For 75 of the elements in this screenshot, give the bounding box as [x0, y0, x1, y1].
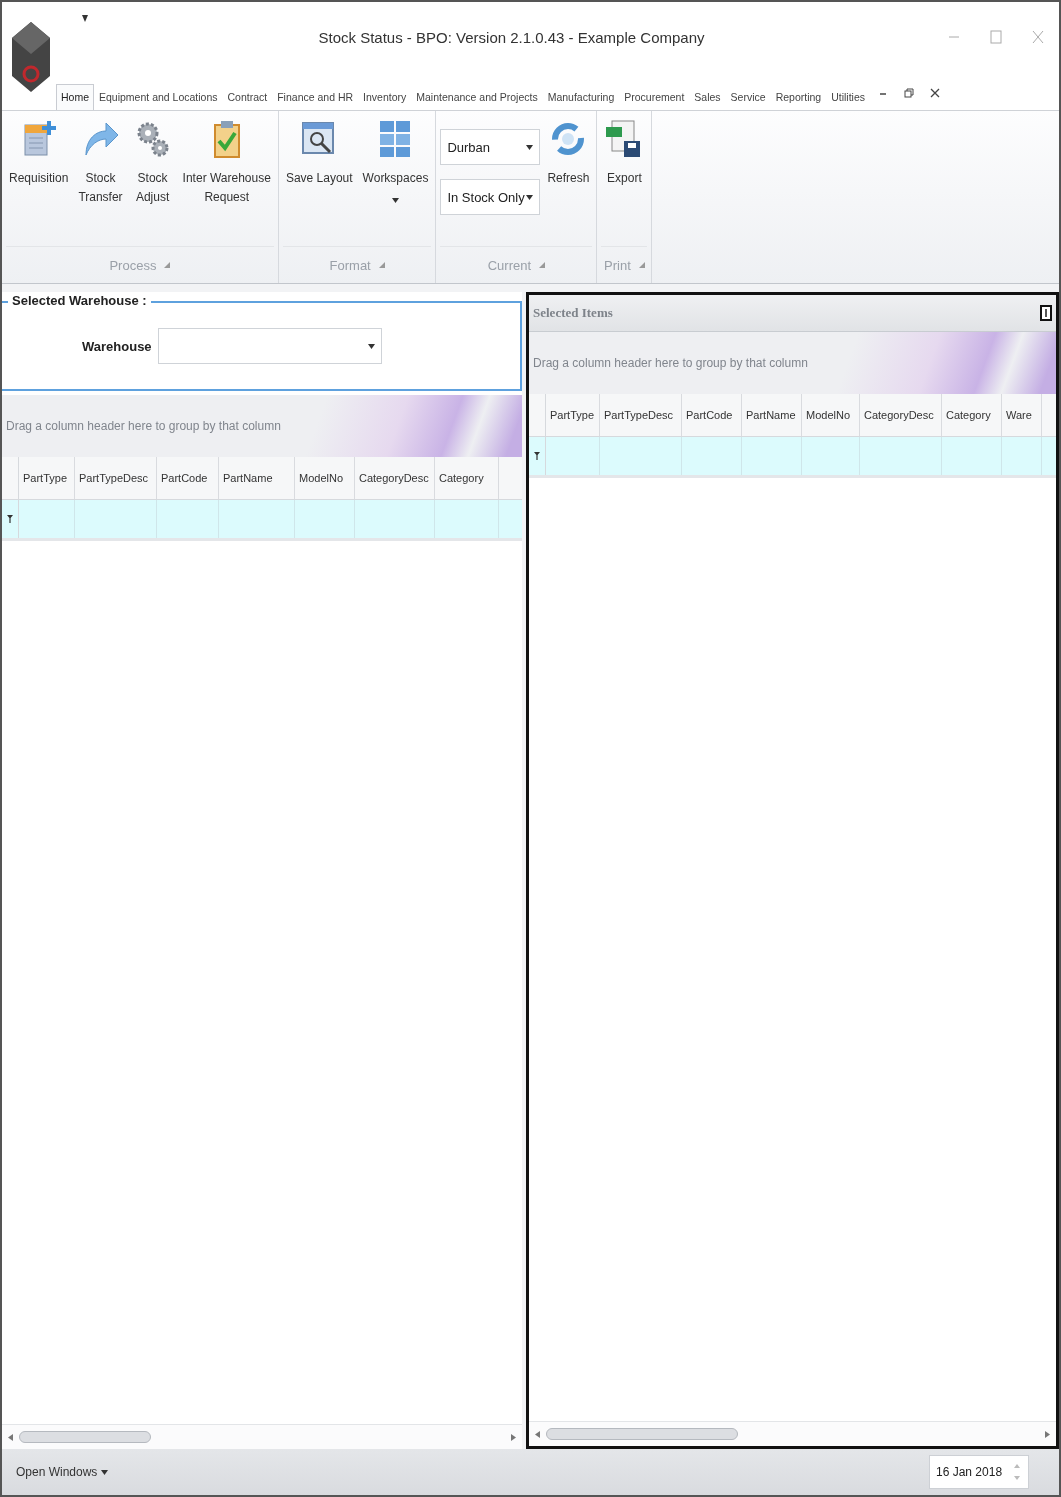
group-by-hint: Drag a column header here to group by that column	[6, 419, 281, 433]
dialog-launcher-icon[interactable]	[378, 262, 385, 268]
scrollbar-thumb[interactable]	[19, 1431, 151, 1443]
open-windows-menu[interactable]: Open Windows	[10, 1464, 115, 1480]
scroll-right-icon	[1045, 1430, 1050, 1438]
ribbon-tab[interactable]: Service	[725, 84, 771, 110]
column-header[interactable]: PartName	[219, 457, 295, 499]
column-header[interactable]: ModelNo	[802, 394, 860, 436]
date-field[interactable]: 16 Jan 2018	[929, 1455, 1029, 1489]
ribbon-group-label: Print	[604, 257, 631, 273]
caret-icon	[392, 197, 399, 203]
ribbon-tab[interactable]: Finance and HR	[272, 84, 359, 110]
ribbon-tab[interactable]: Inventory	[358, 84, 412, 110]
pin-icon[interactable]	[1040, 305, 1052, 321]
column-header[interactable]: PartCode	[682, 394, 742, 436]
ribbon-button[interactable]: Save Layout	[282, 115, 356, 246]
ribbon-tab[interactable]: Home	[56, 84, 94, 110]
caret-icon	[367, 343, 375, 349]
restore-icon[interactable]	[904, 88, 914, 98]
ribbon-tab[interactable]: Reporting	[770, 84, 827, 110]
filter-icon	[7, 515, 13, 523]
ribbon-group-label: Format	[329, 257, 371, 273]
ribbon-tab[interactable]: Sales	[689, 84, 726, 110]
ribbon-tab[interactable]: Manufacturing	[542, 84, 620, 110]
dropdown-field[interactable]: In Stock Only	[440, 179, 541, 215]
scrollbar-thumb[interactable]	[546, 1428, 738, 1440]
ribbon-button[interactable]: Requisition	[6, 115, 72, 246]
spinner-icon	[1014, 1462, 1021, 1482]
window-title: Stock Status - BPO: Version 2.1.0.43 - Example Company	[317, 28, 706, 46]
column-header[interactable]: PartCode	[157, 457, 219, 499]
ribbon-tab[interactable]: Procurement	[619, 84, 690, 110]
dialog-launcher-icon[interactable]	[638, 262, 645, 268]
panel-title: Selected Items	[533, 305, 613, 321]
ribbon-button[interactable]: Stock Transfer	[75, 115, 126, 246]
column-header[interactable]: ModelNo	[295, 457, 355, 499]
ribbon-tab[interactable]: Maintenance and Projects	[411, 84, 543, 110]
scroll-left-icon	[8, 1433, 13, 1441]
ribbon-button[interactable]: Refresh	[544, 115, 593, 246]
caret-icon[interactable]	[80, 15, 90, 23]
ribbon-group-label: Process	[109, 257, 157, 273]
scroll-left-icon	[535, 1430, 540, 1438]
field-label: Warehouse	[82, 338, 152, 354]
column-header[interactable]: Ware	[1002, 394, 1042, 436]
column-header[interactable]: PartType	[546, 394, 600, 436]
ribbon-button[interactable]: Stock Adjust	[129, 115, 176, 246]
column-header[interactable]: PartType	[19, 457, 75, 499]
ribbon-tab[interactable]: Contract	[222, 84, 273, 110]
horizontal-scrollbar[interactable]	[2, 1424, 522, 1449]
ribbon-tab[interactable]: Equipment and Locations	[94, 84, 223, 110]
filter-icon	[534, 452, 540, 460]
column-header[interactable]: PartName	[742, 394, 802, 436]
column-header[interactable]: PartTypeDesc	[75, 457, 157, 499]
ribbon-button[interactable]: Export	[601, 115, 648, 246]
column-header[interactable]: CategoryDesc	[355, 457, 435, 499]
caret-icon	[101, 1469, 109, 1475]
dropdown-field[interactable]: Durban	[440, 129, 541, 165]
column-header[interactable]: Category	[435, 457, 499, 499]
warehouse-dropdown[interactable]	[157, 328, 382, 364]
dialog-launcher-icon[interactable]	[539, 262, 546, 268]
group-by-hint: Drag a column header here to group by that column	[533, 356, 808, 370]
caret-icon	[526, 144, 534, 150]
dialog-launcher-icon[interactable]	[164, 262, 171, 268]
scroll-right-icon	[511, 1433, 516, 1441]
maximize-icon[interactable]	[989, 30, 1003, 44]
column-header[interactable]: PartTypeDesc	[600, 394, 682, 436]
close-icon[interactable]	[930, 88, 940, 98]
group-box-title: Selected Warehouse :	[8, 293, 151, 308]
column-header[interactable]: Category	[942, 394, 1002, 436]
caret-icon	[526, 194, 534, 200]
ribbon-button[interactable]: Inter Warehouse Request	[179, 115, 274, 246]
column-header[interactable]: CategoryDesc	[860, 394, 942, 436]
ribbon-tab[interactable]: Utilities	[826, 84, 870, 110]
horizontal-scrollbar[interactable]	[529, 1421, 1056, 1446]
ribbon-group-label: Current	[487, 257, 532, 273]
ribbon-button[interactable]: Workspaces	[359, 115, 432, 246]
